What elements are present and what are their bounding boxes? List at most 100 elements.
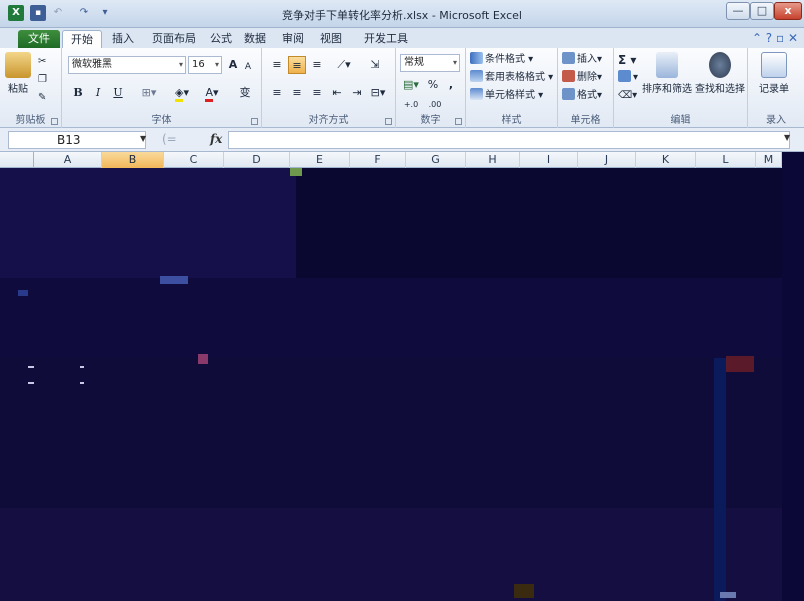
align-bottom-icon[interactable]: ≡: [308, 56, 326, 74]
number-launcher[interactable]: [455, 118, 462, 125]
tab-data[interactable]: 数据: [236, 30, 274, 48]
tab-developer[interactable]: 开发工具: [356, 30, 416, 48]
delete-cells-icon: [562, 70, 575, 82]
formula-input[interactable]: [228, 131, 790, 149]
column-header-b[interactable]: B: [102, 152, 164, 168]
underline-button[interactable]: U: [110, 84, 126, 102]
column-header-j[interactable]: J: [578, 152, 636, 168]
font-size-value: 16: [192, 59, 205, 70]
vertical-scrollbar[interactable]: [782, 152, 804, 601]
border-icon[interactable]: ⊞▾: [138, 84, 160, 102]
decrease-indent-icon[interactable]: ⇤: [328, 84, 346, 102]
align-top-icon[interactable]: ≡: [268, 56, 286, 74]
close-button[interactable]: x: [774, 2, 802, 20]
minimize-button[interactable]: —: [726, 2, 750, 20]
align-center-icon[interactable]: ≡: [288, 84, 306, 102]
table-format-button[interactable]: 套用表格格式 ▾: [470, 70, 553, 86]
column-header-g[interactable]: G: [406, 152, 466, 168]
record-form-button[interactable]: 记录单: [752, 52, 796, 95]
shrink-font-button[interactable]: A: [242, 58, 254, 76]
wrap-text-icon[interactable]: ⇲: [366, 56, 384, 74]
table-format-icon: [470, 70, 483, 82]
alignment-launcher[interactable]: [385, 118, 392, 125]
currency-icon[interactable]: ▤▾: [400, 76, 422, 94]
tab-view[interactable]: 视图: [312, 30, 350, 48]
formula-cancel-icon: (=: [162, 132, 177, 146]
conditional-format-label: 条件格式: [485, 54, 525, 65]
italic-button[interactable]: I: [90, 84, 106, 102]
tab-insert[interactable]: 插入: [104, 30, 142, 48]
tab-formulas[interactable]: 公式: [202, 30, 240, 48]
column-header-d[interactable]: D: [224, 152, 290, 168]
group-editing: Σ ▾ ▾ ⌫▾ 排序和筛选 查找和选择 编辑: [614, 48, 748, 128]
column-header-e[interactable]: E: [290, 152, 350, 168]
column-header-i[interactable]: I: [520, 152, 578, 168]
paste-icon: [5, 52, 31, 78]
column-header-c[interactable]: C: [164, 152, 224, 168]
column-header-f[interactable]: F: [350, 152, 406, 168]
clipboard-launcher[interactable]: [51, 118, 58, 125]
tab-home[interactable]: 开始: [62, 30, 102, 48]
record-form-icon: [761, 52, 787, 78]
insert-cells-button[interactable]: 插入▾: [562, 52, 602, 68]
cells-group-label: 单元格: [570, 115, 601, 126]
fill-icon[interactable]: ▾: [618, 70, 638, 86]
sort-filter-button[interactable]: 排序和筛选: [640, 52, 694, 95]
delete-cells-button[interactable]: 删除▾: [562, 70, 602, 86]
group-font: 微软雅黑 ▾ 16 ▾ A A B I U ⊞▾ ◈▾ A▾ 变 字体: [62, 48, 262, 128]
help-icon[interactable]: ⌃ ? ▫ ✕: [752, 31, 798, 45]
merge-center-icon[interactable]: ⊟▾: [366, 84, 390, 102]
group-records: 记录单 录入: [748, 48, 804, 128]
name-box-dropdown-icon[interactable]: ▼: [140, 134, 146, 143]
font-color-icon[interactable]: A▾: [200, 84, 224, 102]
copy-icon[interactable]: ❐: [38, 72, 47, 88]
cut-icon[interactable]: ✂: [38, 54, 46, 70]
insert-cells-label: 插入: [577, 54, 597, 65]
column-header-h[interactable]: H: [466, 152, 520, 168]
glitch-pixel: [18, 290, 28, 296]
align-right-icon[interactable]: ≡: [308, 84, 326, 102]
title-bar: X ▪ ↶ ↷ ▾ 竞争对手下单转化率分析.xlsx - Microsoft E…: [0, 0, 804, 28]
select-all-corner[interactable]: [0, 152, 34, 168]
column-header-k[interactable]: K: [636, 152, 696, 168]
worksheet-grid[interactable]: [0, 168, 804, 601]
fill-color-icon[interactable]: ◈▾: [170, 84, 194, 102]
grow-font-button[interactable]: A: [226, 56, 240, 74]
font-group-label: 字体: [151, 115, 172, 126]
font-size-combo[interactable]: 16 ▾: [188, 56, 222, 74]
paste-button[interactable]: 粘贴: [4, 52, 32, 95]
table-format-label: 套用表格格式: [485, 72, 545, 83]
bold-button[interactable]: B: [70, 84, 86, 102]
format-cells-icon: [562, 88, 575, 100]
sort-filter-label: 排序和筛选: [642, 84, 692, 95]
format-cells-button[interactable]: 格式▾: [562, 88, 602, 104]
delete-cells-label: 删除: [577, 72, 597, 83]
name-box[interactable]: B13: [8, 131, 146, 149]
clear-icon[interactable]: ⌫▾: [618, 88, 637, 104]
format-painter-icon[interactable]: ✎: [38, 90, 46, 106]
insert-function-button[interactable]: fx: [210, 132, 222, 146]
font-launcher[interactable]: [251, 118, 258, 125]
column-header-m[interactable]: M: [756, 152, 782, 168]
number-format-combo[interactable]: 常规 ▾: [400, 54, 460, 72]
tab-file[interactable]: 文件: [18, 30, 60, 48]
glitch-pixel: [514, 584, 534, 598]
phonetic-button[interactable]: 变: [232, 84, 258, 102]
autosum-button[interactable]: Σ ▾: [618, 52, 636, 68]
formula-expand-icon[interactable]: ▼: [784, 133, 790, 142]
increase-indent-icon[interactable]: ⇥: [348, 84, 366, 102]
find-select-button[interactable]: 查找和选择: [694, 52, 746, 95]
align-left-icon[interactable]: ≡: [268, 84, 286, 102]
orientation-icon[interactable]: ⟋▾: [332, 56, 356, 74]
align-middle-icon[interactable]: ≡: [288, 56, 306, 74]
percent-button[interactable]: %: [426, 76, 440, 94]
tab-page-layout[interactable]: 页面布局: [144, 30, 204, 48]
column-header-l[interactable]: L: [696, 152, 756, 168]
cell-style-button[interactable]: 单元格样式 ▾: [470, 88, 543, 104]
font-name-combo[interactable]: 微软雅黑 ▾: [68, 56, 186, 74]
conditional-format-button[interactable]: 条件格式 ▾: [470, 52, 533, 68]
tab-review[interactable]: 审阅: [274, 30, 312, 48]
comma-button[interactable]: ,: [444, 76, 458, 94]
column-header-a[interactable]: A: [34, 152, 102, 168]
maximize-button[interactable]: □: [750, 2, 774, 20]
